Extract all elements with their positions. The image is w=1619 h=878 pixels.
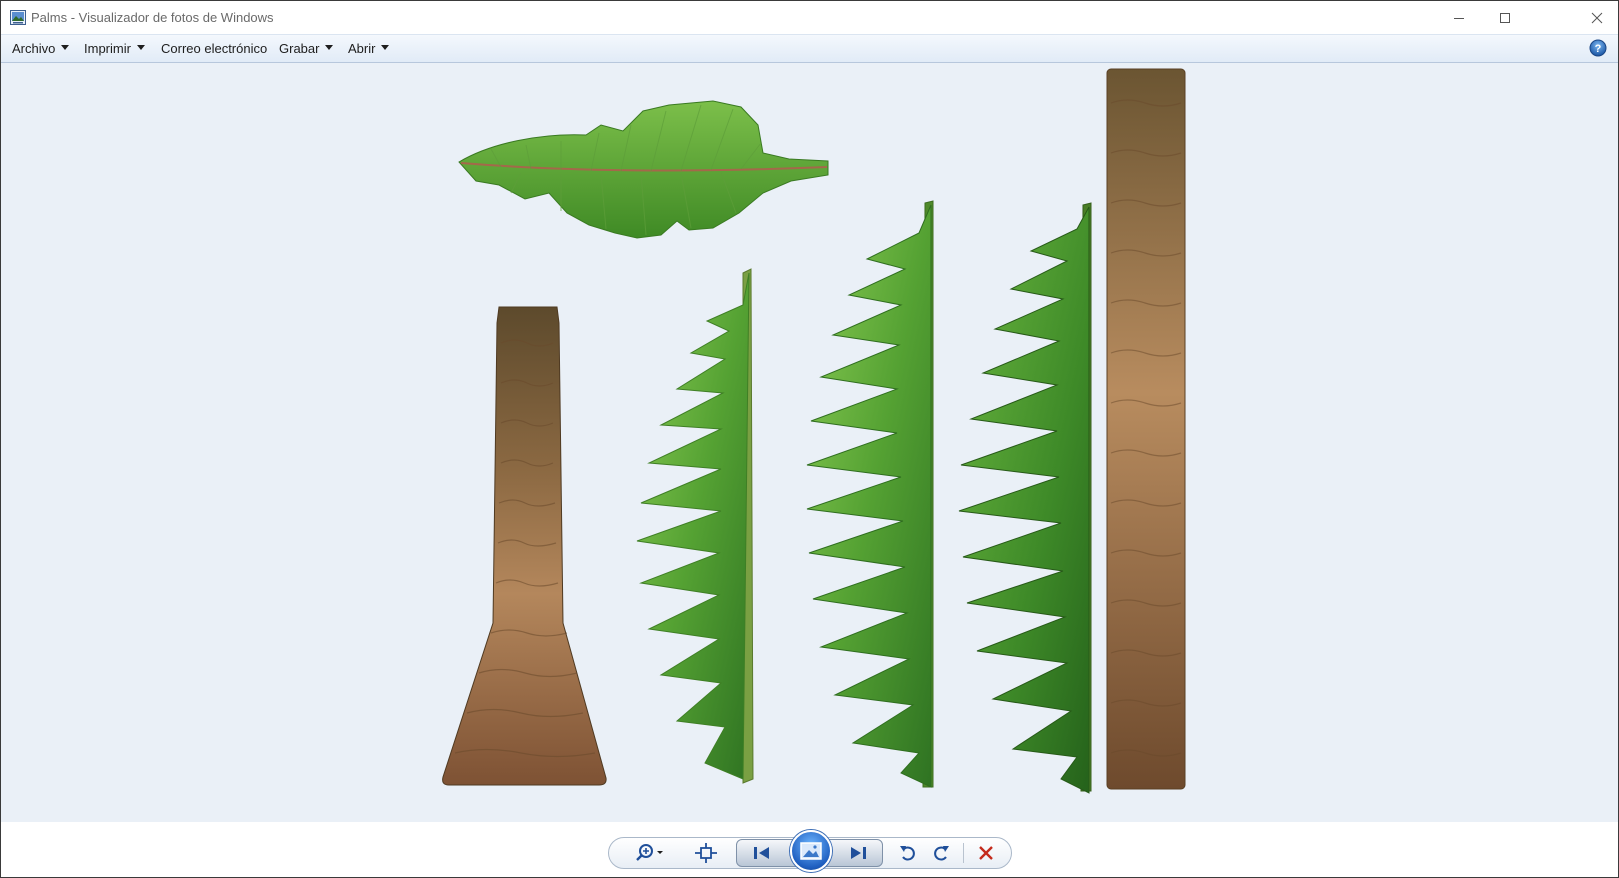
rotate-clockwise-button[interactable] [929,842,953,864]
tapered-trunk [442,306,607,786]
menu-archivo[interactable]: Archivo [12,41,70,56]
help-icon[interactable]: ? [1589,39,1607,57]
svg-text:?: ? [1595,43,1602,55]
previous-icon [754,847,769,859]
maximize-button[interactable] [1482,1,1528,34]
menu-grabar[interactable]: Grabar [279,41,334,56]
menu-abrir-label: Abrir [348,41,376,56]
zoom-button[interactable] [633,842,669,864]
image-view-area[interactable] [1,63,1618,822]
close-button[interactable] [1574,1,1618,34]
menu-bar: Archivo Imprimir Correo electrónico Grab… [1,34,1618,63]
slideshow-button[interactable] [790,830,832,872]
next-button[interactable] [845,843,871,863]
actual-size-button[interactable] [693,842,719,864]
chevron-down-icon [381,45,390,50]
window-title: Palms - Visualizador de fotos de Windows [31,10,274,25]
menu-imprimir-label: Imprimir [84,41,131,56]
rotate-counterclockwise-icon [900,846,915,861]
menu-archivo-label: Archivo [12,41,56,56]
delete-icon [979,846,993,860]
rotate-clockwise-icon [934,846,949,861]
zoom-icon [636,844,663,861]
palm-frond-3 [958,202,1092,794]
delete-button[interactable] [974,842,998,864]
minimize-button[interactable] [1436,1,1482,34]
menu-abrir[interactable]: Abrir [348,41,390,56]
slideshow-icon [800,842,822,860]
control-separator [963,843,964,863]
previous-button[interactable] [749,843,775,863]
control-bar [1,822,1618,877]
minimize-icon [1454,17,1464,19]
menu-correo-label: Correo electrónico [161,41,268,56]
palm-frond-1 [636,268,754,784]
rotate-counterclockwise-button[interactable] [896,842,920,864]
banana-leaf [458,100,829,239]
next-icon [851,847,866,859]
palm-frond-2 [806,200,934,788]
photo-viewer-window: Palms - Visualizador de fotos de Windows… [0,0,1619,878]
palm-parts-image [442,68,1186,794]
menu-grabar-label: Grabar [279,41,320,56]
menu-correo[interactable]: Correo electrónico [161,41,267,56]
chevron-down-icon [136,45,145,50]
title-bar[interactable]: Palms - Visualizador de fotos de Windows [1,1,1618,34]
menu-imprimir[interactable]: Imprimir [84,41,145,56]
maximize-icon [1500,12,1510,23]
close-icon [1591,12,1603,23]
chevron-down-icon [325,45,334,50]
photo-viewer-app-icon [10,10,26,25]
straight-trunk [1106,68,1186,790]
actual-size-icon [695,843,717,863]
chevron-down-icon [61,45,70,50]
